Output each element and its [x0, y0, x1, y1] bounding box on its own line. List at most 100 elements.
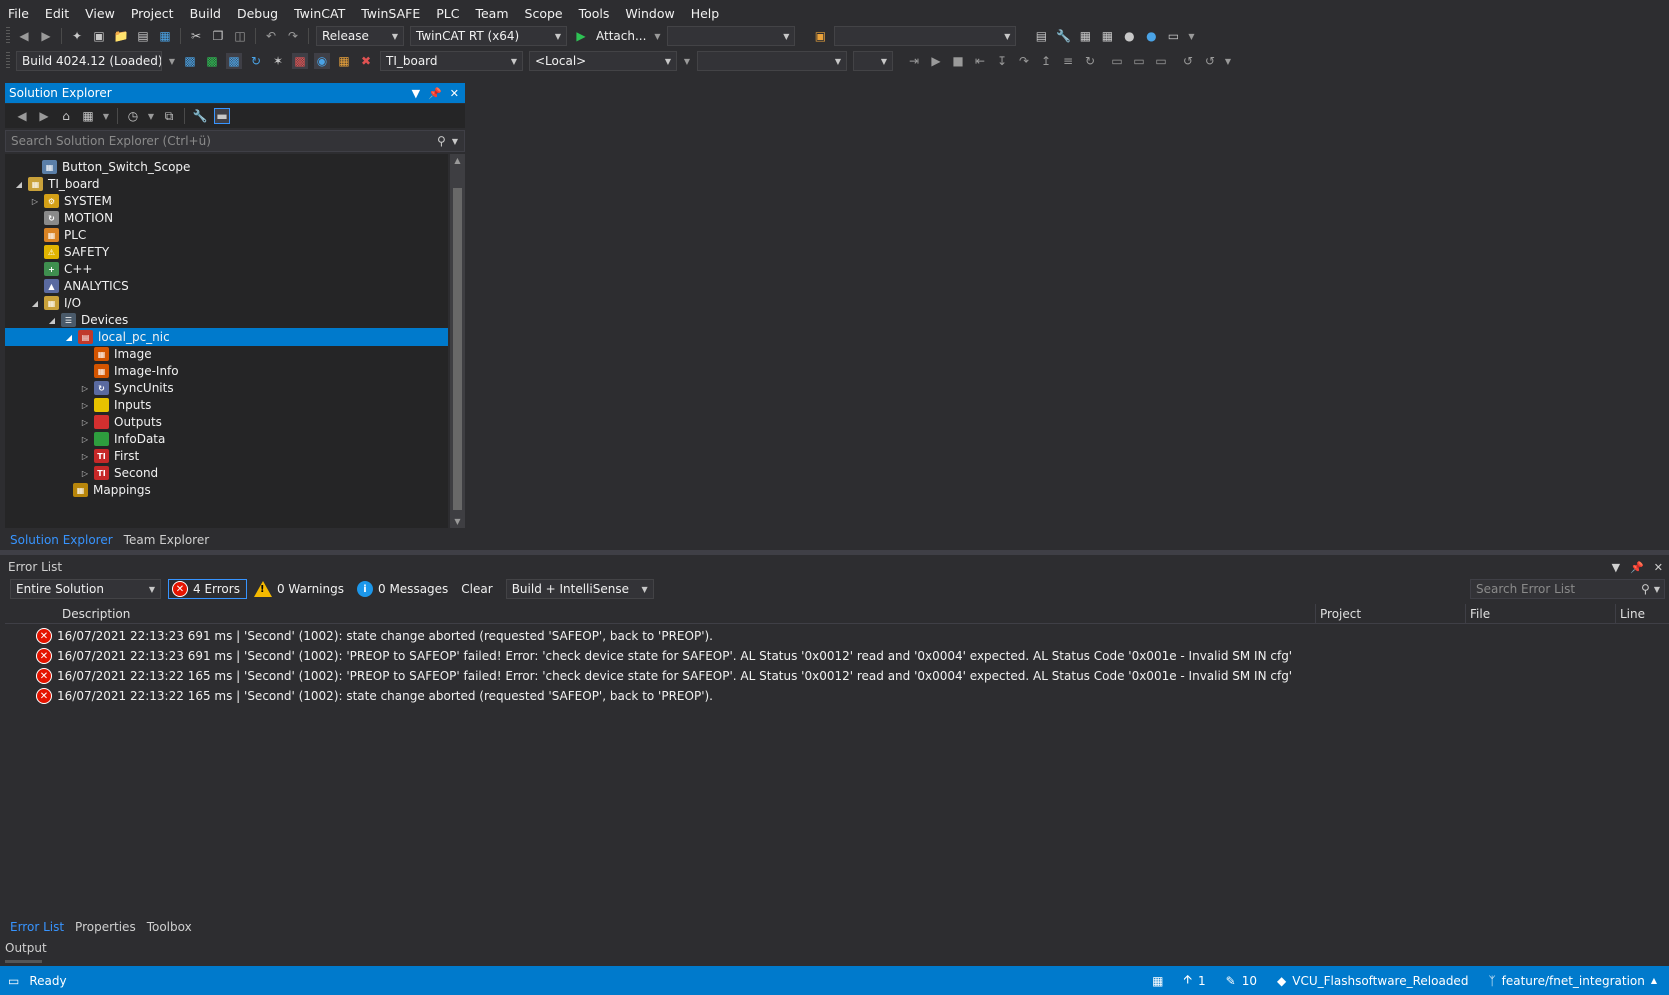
- menu-plc[interactable]: PLC: [432, 6, 471, 21]
- show-sub-items-icon[interactable]: ▦: [336, 53, 352, 69]
- window-position-icon[interactable]: ▼: [1612, 561, 1620, 574]
- pending-changes-filter-icon[interactable]: ◷: [125, 108, 141, 124]
- logout-icon[interactable]: ⇤: [972, 53, 988, 69]
- open-file-icon[interactable]: 📁: [113, 28, 129, 44]
- chevron-down-icon[interactable]: ▼: [653, 28, 661, 44]
- toolbar-grip[interactable]: [6, 52, 10, 70]
- collapsed-arrow-icon[interactable]: ▷: [79, 469, 91, 478]
- chevron-down-icon[interactable]: ▼: [1224, 53, 1232, 69]
- tree-item-outputs[interactable]: ▷ Outputs: [5, 413, 448, 431]
- tree-item-cpp[interactable]: + C++: [5, 260, 448, 278]
- tree-item-syncunits[interactable]: ▷ ↻ SyncUnits: [5, 379, 448, 397]
- menu-twinsafe[interactable]: TwinSAFE: [357, 6, 432, 21]
- reset-origin-icon[interactable]: ↺: [1202, 53, 1218, 69]
- save-all-icon[interactable]: ▦: [157, 28, 173, 44]
- home-icon[interactable]: ⌂: [58, 108, 74, 124]
- task-dropdown[interactable]: ▼: [853, 51, 893, 71]
- collapsed-arrow-icon[interactable]: ▷: [79, 401, 91, 410]
- run-mode-icon[interactable]: ▩: [204, 53, 220, 69]
- scroll-up-icon[interactable]: ▲: [450, 156, 465, 165]
- tree-item-solution[interactable]: ▦ Button_Switch_Scope: [5, 158, 448, 176]
- switch-views-icon[interactable]: ▦: [80, 108, 96, 124]
- collapsed-arrow-icon[interactable]: ▷: [29, 197, 41, 206]
- solution-explorer-search-input[interactable]: [11, 134, 438, 148]
- chevron-down-icon[interactable]: ▼: [1187, 28, 1195, 44]
- tree-item-infodata[interactable]: ▷ InfoData: [5, 430, 448, 448]
- solution-platform-dropdown[interactable]: TwinCAT RT (x64) ▼: [410, 26, 567, 46]
- error-row[interactable]: ✕ 16/07/2021 22:13:22 165 ms | 'Second' …: [5, 666, 1669, 686]
- step-over-icon[interactable]: ↷: [1016, 53, 1032, 69]
- target-system-dropdown[interactable]: <Local> ▼: [529, 51, 677, 71]
- chevron-down-icon[interactable]: ▼: [147, 108, 155, 124]
- collapsed-arrow-icon[interactable]: ▷: [79, 384, 91, 393]
- tree-item-image-info[interactable]: ▦ Image-Info: [5, 362, 448, 380]
- chevron-down-icon[interactable]: ▼: [1654, 585, 1660, 594]
- error-source-dropdown[interactable]: Build + IntelliSense ▼: [505, 579, 654, 599]
- window-position-icon[interactable]: ▼: [412, 87, 420, 100]
- attach-target-dropdown[interactable]: ▼: [667, 26, 796, 46]
- tree-item-io[interactable]: ◢ ▦ I/O: [5, 294, 448, 312]
- new-item-icon[interactable]: ▣: [91, 28, 107, 44]
- paste-icon[interactable]: ◫: [232, 28, 248, 44]
- solution-explorer-titlebar[interactable]: Solution Explorer ▼ 📌 ✕: [5, 83, 465, 103]
- column-header-file[interactable]: File: [1465, 604, 1615, 624]
- undo-icon[interactable]: ↶: [263, 28, 279, 44]
- properties-wrench-icon[interactable]: 🔧: [192, 108, 208, 124]
- breakpoint-list-icon[interactable]: ≡: [1060, 53, 1076, 69]
- activate-configuration-icon[interactable]: ▩: [182, 53, 198, 69]
- reset-icon[interactable]: ↻: [1082, 53, 1098, 69]
- unpublished-commits-button[interactable]: 🡩 1: [1183, 970, 1205, 991]
- find-in-files-icon[interactable]: ▣: [812, 28, 828, 44]
- tree-item-image[interactable]: ▦ Image: [5, 345, 448, 363]
- disable-icon[interactable]: ✖: [358, 53, 374, 69]
- forward-icon[interactable]: ▶: [38, 28, 54, 44]
- reload-devices-icon[interactable]: ↻: [248, 53, 264, 69]
- solution-tree-scrollbar[interactable]: ▲ ▼: [450, 154, 465, 528]
- tab-team-explorer[interactable]: Team Explorer: [119, 533, 216, 547]
- target-project-dropdown[interactable]: TI_board ▼: [380, 51, 523, 71]
- tab-toolbox[interactable]: Toolbox: [142, 920, 198, 934]
- redo-icon[interactable]: ↷: [285, 28, 301, 44]
- toolbar-grip[interactable]: [6, 27, 10, 45]
- scroll-down-icon[interactable]: ▼: [450, 517, 465, 526]
- column-header-project[interactable]: Project: [1315, 604, 1465, 624]
- play-icon[interactable]: ▶: [573, 28, 589, 44]
- tree-item-motion[interactable]: ↻ MOTION: [5, 209, 448, 227]
- error-row[interactable]: ✕ 16/07/2021 22:13:23 691 ms | 'Second' …: [5, 626, 1669, 646]
- tree-item-local-pc-nic[interactable]: ◢ ▤ local_pc_nic: [5, 328, 448, 346]
- menu-project[interactable]: Project: [127, 6, 186, 21]
- menu-tools[interactable]: Tools: [575, 6, 622, 21]
- toggle-freerun-icon[interactable]: ▩: [292, 53, 308, 69]
- tree-item-mappings[interactable]: ▦ Mappings: [5, 481, 448, 499]
- tree-item-plc[interactable]: ▦ PLC: [5, 226, 448, 244]
- save-icon[interactable]: ▤: [135, 28, 151, 44]
- tree-item-first[interactable]: ▷ TI First: [5, 447, 448, 465]
- tree-item-devices[interactable]: ◢ ☰ Devices: [5, 311, 448, 329]
- pending-changes-button[interactable]: ✎ 10: [1226, 974, 1257, 988]
- collapsed-arrow-icon[interactable]: ▷: [79, 435, 91, 444]
- write-values-icon[interactable]: ▭: [1109, 53, 1125, 69]
- tree-item-safety[interactable]: ⚠ SAFETY: [5, 243, 448, 261]
- collapsed-arrow-icon[interactable]: ▷: [79, 452, 91, 461]
- menu-file[interactable]: File: [4, 6, 41, 21]
- plc-project-dropdown[interactable]: ▼: [697, 51, 847, 71]
- scrollbar-thumb[interactable]: [453, 188, 462, 510]
- wrench-icon[interactable]: 🔧: [1055, 28, 1071, 44]
- properties-icon[interactable]: ▦: [1077, 28, 1093, 44]
- close-icon[interactable]: ✕: [450, 87, 459, 100]
- output-tab[interactable]: Output: [5, 941, 47, 955]
- menu-team[interactable]: Team: [471, 6, 520, 21]
- error-list-titlebar[interactable]: Error List ▼ 📌 ✕: [5, 557, 1669, 577]
- tree-item-ti-board[interactable]: ◢ ▦ TI_board: [5, 175, 448, 193]
- find-dropdown[interactable]: ▼: [834, 26, 1017, 46]
- tree-item-analytics[interactable]: ▲ ANALYTICS: [5, 277, 448, 295]
- menu-scope[interactable]: Scope: [521, 6, 575, 21]
- force-values-icon[interactable]: ▭: [1131, 53, 1147, 69]
- collapsed-arrow-icon[interactable]: ▷: [79, 418, 91, 427]
- clear-button[interactable]: Clear: [458, 579, 498, 599]
- menu-build[interactable]: Build: [186, 6, 233, 21]
- collapse-all-icon[interactable]: ⧉: [161, 108, 177, 124]
- start-icon[interactable]: ▶: [928, 53, 944, 69]
- cut-icon[interactable]: ✂: [188, 28, 204, 44]
- tab-solution-explorer[interactable]: Solution Explorer: [5, 533, 119, 547]
